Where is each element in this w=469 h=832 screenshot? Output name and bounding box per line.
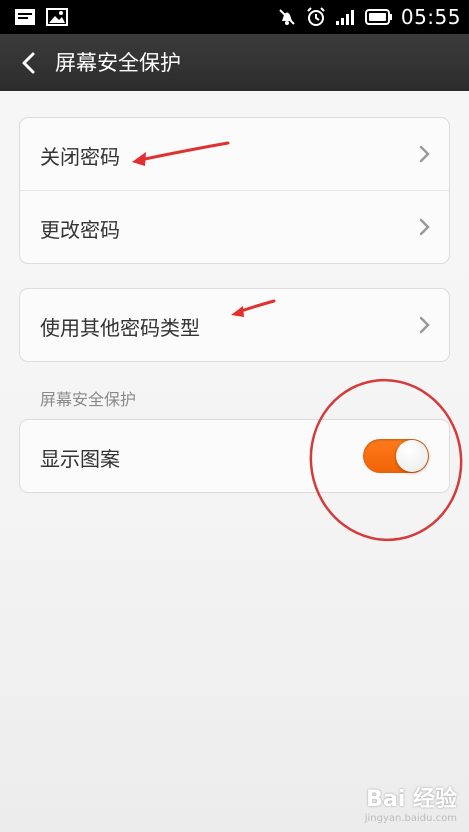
chevron-right-icon xyxy=(419,145,430,163)
back-arrow-icon[interactable] xyxy=(18,51,42,75)
signal-icon xyxy=(335,10,354,25)
change-password-item[interactable]: 更改密码 xyxy=(20,190,449,263)
status-time: 05:55 xyxy=(400,5,461,29)
disable-password-label: 关闭密码 xyxy=(40,145,120,169)
watermark-main: Bai 经验 xyxy=(366,787,457,812)
other-password-type-label: 使用其他密码类型 xyxy=(40,316,200,340)
watermark: Bai 经验 jingyan.baidu.com xyxy=(365,781,457,824)
page-title: 屏幕安全保护 xyxy=(55,51,181,75)
chevron-right-icon xyxy=(419,218,430,236)
battery-icon xyxy=(364,9,392,25)
other-password-type-item[interactable]: 使用其他密码类型 xyxy=(20,289,449,361)
change-password-label: 更改密码 xyxy=(40,218,120,242)
status-bar: 05:55 xyxy=(0,0,469,34)
chevron-right-icon xyxy=(419,316,430,334)
title-bar: 屏幕安全保护 xyxy=(0,34,469,91)
show-pattern-toggle[interactable] xyxy=(363,439,429,473)
watermark-sub: jingyan.baidu.com xyxy=(364,813,457,824)
show-pattern-group: 显示图案 xyxy=(19,419,450,493)
show-pattern-label: 显示图案 xyxy=(40,447,120,471)
notification-icon xyxy=(15,9,35,25)
mute-icon xyxy=(279,9,295,25)
section-header: 屏幕安全保护 xyxy=(40,390,137,409)
password-settings-group: 关闭密码 更改密码 xyxy=(19,117,450,264)
disable-password-item[interactable]: 关闭密码 xyxy=(20,118,449,190)
show-pattern-item[interactable]: 显示图案 xyxy=(20,420,449,492)
other-password-type-group: 使用其他密码类型 xyxy=(19,288,450,362)
image-icon xyxy=(46,8,68,26)
alarm-icon xyxy=(307,7,325,26)
toggle-knob xyxy=(396,440,428,472)
